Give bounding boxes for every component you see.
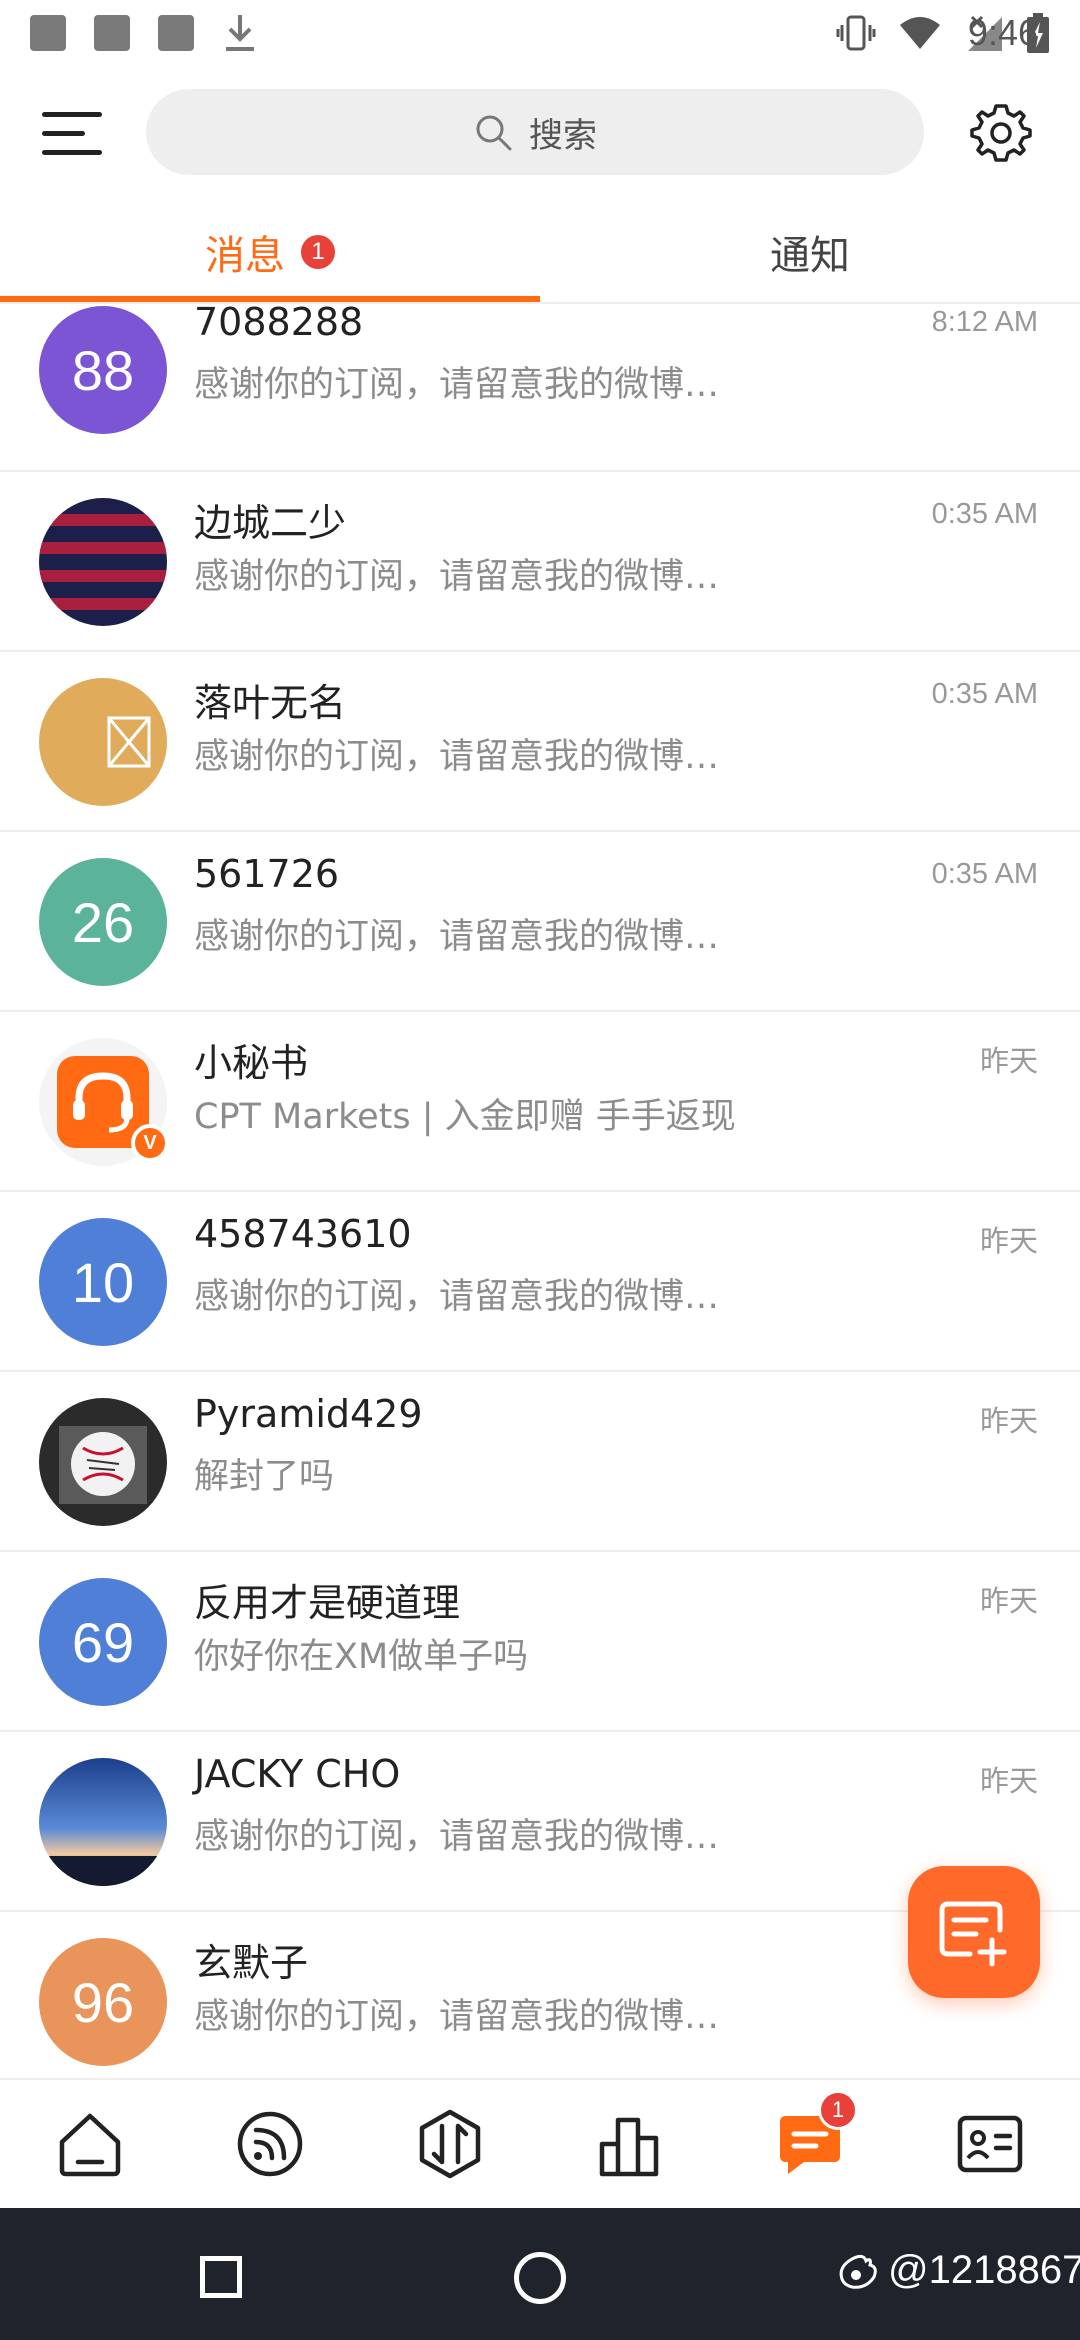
watermark: @1218867 xyxy=(836,2248,1080,2293)
compose-icon xyxy=(939,1901,1007,1967)
conversation-name: 反用才是硬道理 xyxy=(194,1581,461,1625)
conversation-row[interactable]: 88 7088288 感谢你的订阅，请留意我的微博… 8:12 AM xyxy=(0,306,1080,472)
home-button[interactable] xyxy=(514,2252,566,2304)
avatar: 10 xyxy=(39,1218,167,1346)
conversation-preview: CPT Markets | 入金即赠 手手返现 xyxy=(194,1097,736,1137)
avatar: 69 xyxy=(39,1578,167,1706)
tab-bar: 消息 1 通知 xyxy=(0,200,1080,304)
conversation-preview: 感谢你的订阅，请留意我的微博… xyxy=(194,1997,720,2037)
trade-icon[interactable] xyxy=(414,2108,486,2180)
conversation-time: 昨天 xyxy=(979,1406,1038,1438)
top-bar: 搜索 xyxy=(0,80,1080,184)
settings-gear-icon[interactable] xyxy=(970,102,1032,164)
conversation-name: 458743610 xyxy=(194,1212,412,1256)
conversation-preview: 感谢你的订阅，请留意我的微博… xyxy=(194,917,720,957)
status-bar: 9:46 xyxy=(0,0,1080,66)
profile-card-icon[interactable] xyxy=(954,2108,1026,2180)
avatar xyxy=(39,678,167,806)
conversation-preview: 感谢你的订阅，请留意我的微博… xyxy=(194,557,720,597)
conversation-row[interactable]: 边城二少 感谢你的订阅，请留意我的微博… 0:35 AM xyxy=(0,472,1080,652)
home-icon[interactable] xyxy=(54,2108,126,2180)
conversation-name: 小秘书 xyxy=(194,1041,309,1085)
conversation-time: 0:35 AM xyxy=(931,498,1038,530)
avatar xyxy=(39,1398,167,1526)
search-icon xyxy=(476,115,512,151)
status-time: 9:46 xyxy=(967,12,1038,53)
conversation-preview: 感谢你的订阅，请留意我的微博… xyxy=(194,737,720,777)
system-nav-bar: @1218867 xyxy=(0,2208,1080,2340)
conversation-time: 0:35 AM xyxy=(931,858,1038,890)
download-icon xyxy=(226,15,254,51)
conversation-preview: 解封了吗 xyxy=(194,1457,335,1497)
avatar-text: 88 xyxy=(71,338,135,402)
feed-icon[interactable] xyxy=(234,2108,306,2180)
avatar-text: 10 xyxy=(71,1250,135,1314)
avatar-text: 26 xyxy=(71,890,135,954)
sky-photo xyxy=(39,1758,167,1886)
search-input[interactable]: 搜索 xyxy=(146,89,924,175)
tab-notifications[interactable]: 通知 xyxy=(540,200,1080,304)
conversation-name: 边城二少 xyxy=(194,501,347,545)
search-placeholder: 搜索 xyxy=(529,115,597,156)
weibo-logo-icon xyxy=(839,2254,877,2289)
tab-notifications-label: 通知 xyxy=(770,233,850,279)
conversation-preview: 你好你在XM做单子吗 xyxy=(194,1637,529,1677)
avatar xyxy=(39,498,167,626)
new-message-button[interactable] xyxy=(908,1866,1040,1998)
notification-icon xyxy=(94,15,130,51)
vibrate-icon xyxy=(836,15,876,51)
conversation-preview: 感谢你的订阅，请留意我的微博… xyxy=(194,1817,720,1857)
baseball-photo xyxy=(39,1398,167,1526)
conversation-preview: 感谢你的订阅，请留意我的微博… xyxy=(194,1277,720,1317)
conversation-row[interactable]: 10 458743610 感谢你的订阅，请留意我的微博… 昨天 xyxy=(0,1192,1080,1372)
avatar-text: 69 xyxy=(71,1610,135,1674)
tab-messages[interactable]: 消息 1 xyxy=(0,200,540,304)
verified-badge: V xyxy=(131,1124,169,1162)
menu-icon[interactable] xyxy=(42,104,102,160)
conversation-time: 昨天 xyxy=(979,1226,1038,1258)
conversation-time: 8:12 AM xyxy=(931,306,1038,338)
tab-messages-badge: 1 xyxy=(301,235,335,269)
conversation-row[interactable]: 26 561726 感谢你的订阅，请留意我的微博… 0:35 AM xyxy=(0,832,1080,1012)
notification-icon xyxy=(158,15,194,51)
notification-icon xyxy=(30,15,66,51)
messages-nav-badge: 1 xyxy=(818,2090,858,2130)
conversation-name: 玄默子 xyxy=(194,1941,309,1985)
avatar: 26 xyxy=(39,858,167,986)
avatar-text: 96 xyxy=(71,1970,135,2034)
conversation-name: 落叶无名 xyxy=(194,681,347,725)
avatar: 88 xyxy=(39,306,167,434)
conversation-preview: 感谢你的订阅，请留意我的微博… xyxy=(194,365,720,405)
tab-messages-label: 消息 xyxy=(205,233,285,279)
conversation-row[interactable]: Pyramid429 解封了吗 昨天 xyxy=(0,1372,1080,1552)
bottom-nav xyxy=(0,2078,1080,2208)
conversation-name: 7088288 xyxy=(194,306,364,344)
avatar-image xyxy=(39,498,167,626)
notification-icons xyxy=(30,13,258,53)
recent-apps-button[interactable] xyxy=(200,2256,242,2298)
conversation-list[interactable]: 88 7088288 感谢你的订阅，请留意我的微博… 8:12 AM 边城二少 … xyxy=(0,306,1080,2070)
conversation-name: 561726 xyxy=(194,852,340,896)
conversation-name: JACKY CHO xyxy=(194,1752,401,1796)
conversation-time: 昨天 xyxy=(979,1586,1038,1618)
conversation-time: 0:35 AM xyxy=(931,678,1038,710)
conversation-row[interactable]: 69 反用才是硬道理 你好你在XM做单子吗 昨天 xyxy=(0,1552,1080,1732)
market-chart-icon[interactable] xyxy=(594,2108,666,2180)
conversation-time: 昨天 xyxy=(979,1766,1038,1798)
image-placeholder-icon xyxy=(39,678,167,806)
avatar xyxy=(39,1758,167,1886)
conversation-row[interactable]: 落叶无名 感谢你的订阅，请留意我的微博… 0:35 AM xyxy=(0,652,1080,832)
conversation-row[interactable]: V 小秘书 CPT Markets | 入金即赠 手手返现 昨天 xyxy=(0,1012,1080,1192)
avatar: 96 xyxy=(39,1938,167,2066)
conversation-time: 昨天 xyxy=(979,1046,1038,1078)
watermark-text: @1218867 xyxy=(888,2248,1080,2292)
conversation-name: Pyramid429 xyxy=(194,1392,423,1436)
wifi-icon xyxy=(900,17,940,49)
active-tab-indicator xyxy=(0,296,540,302)
